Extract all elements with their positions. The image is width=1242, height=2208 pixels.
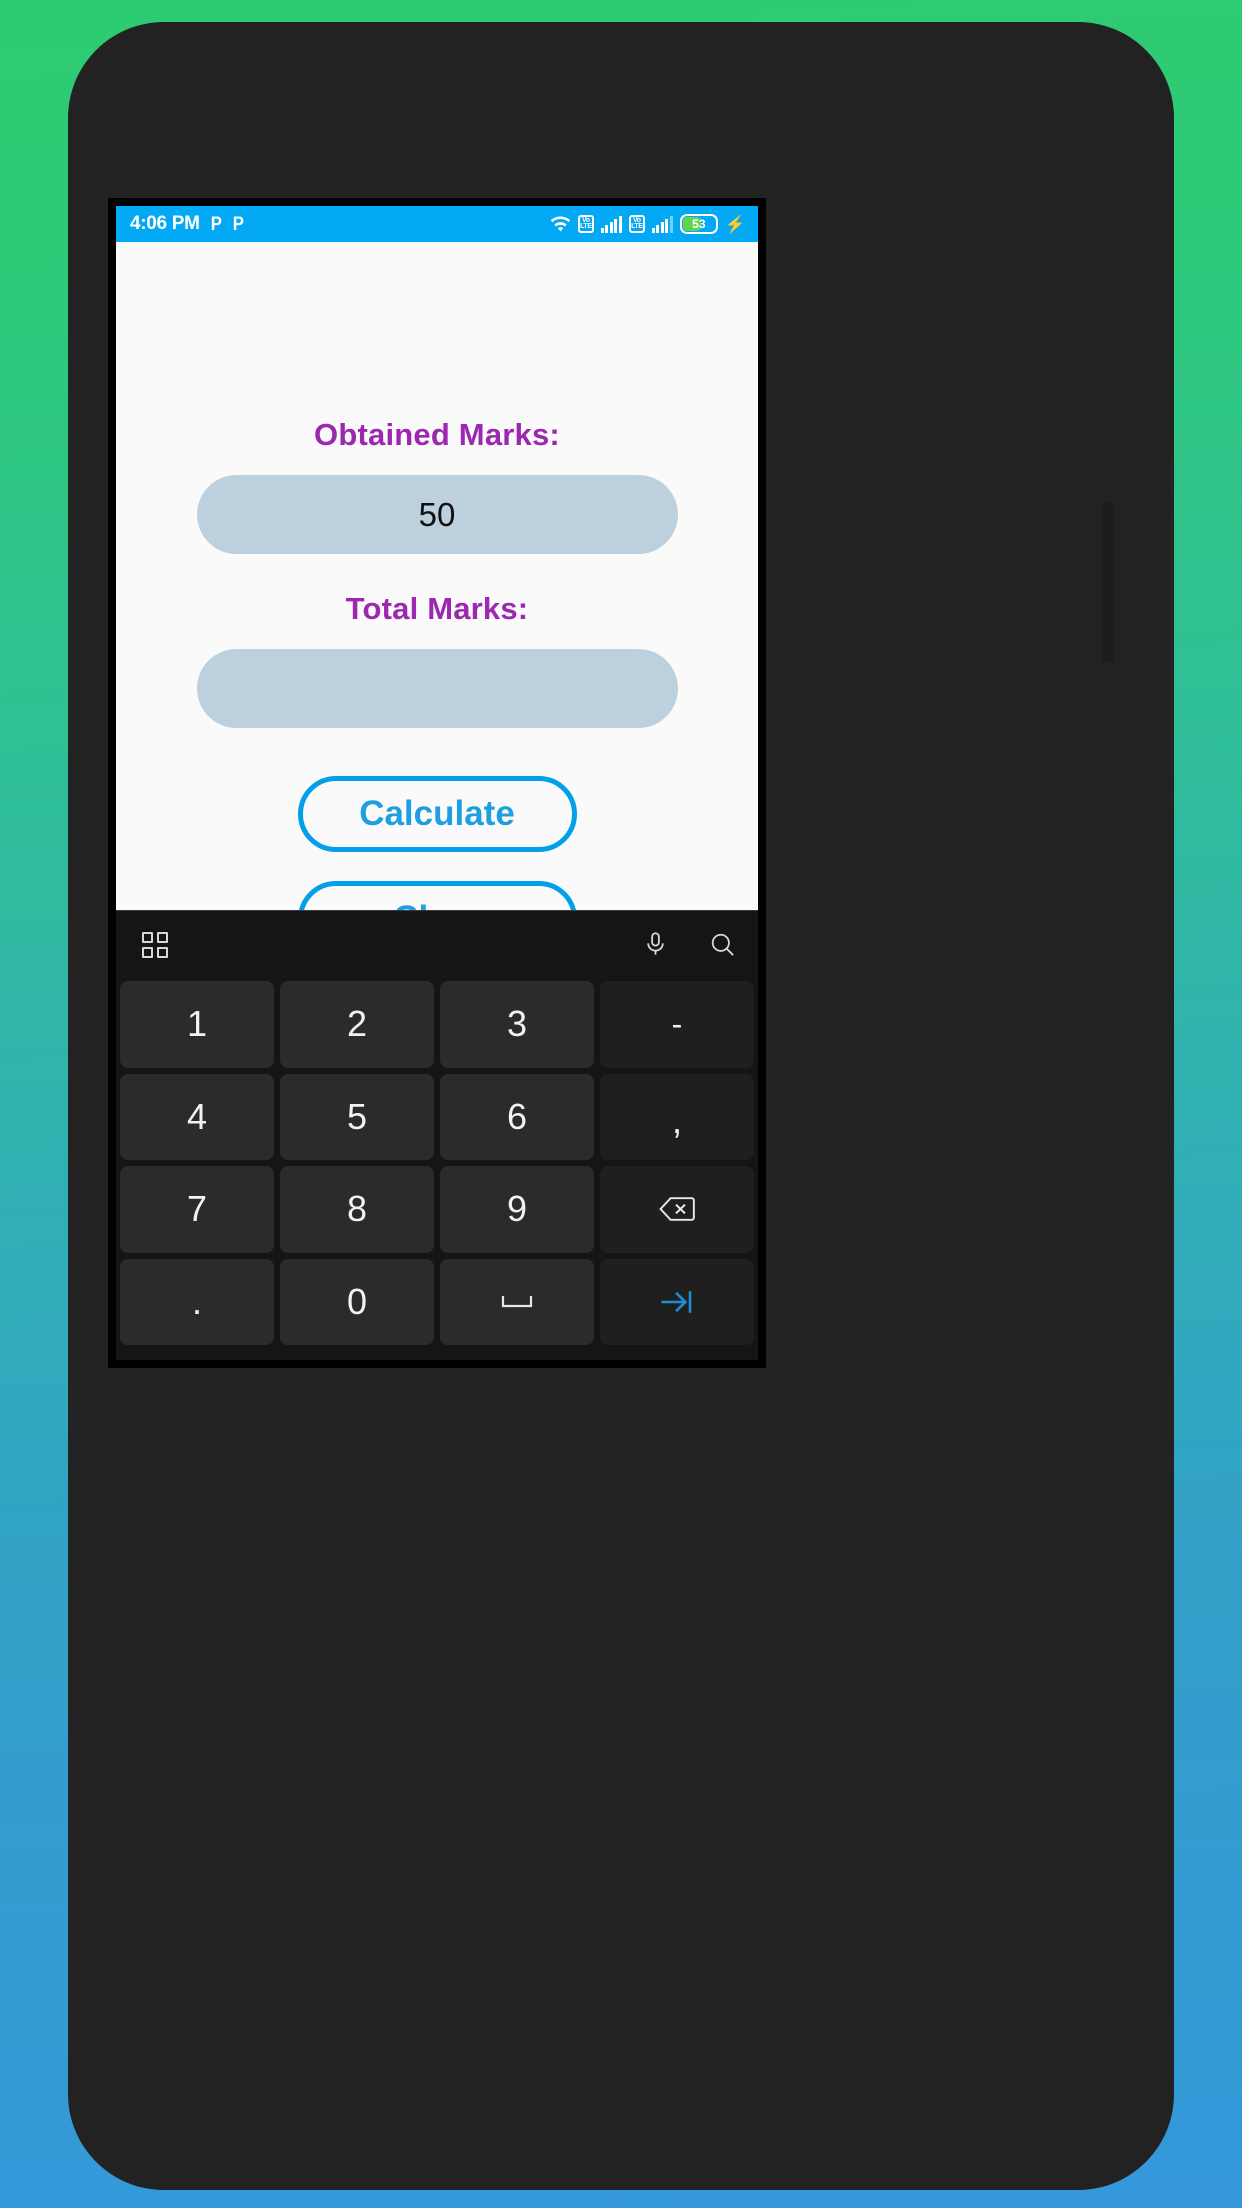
key-dot[interactable]: .	[120, 1258, 274, 1345]
tab-next-icon	[660, 1289, 694, 1315]
key-backspace[interactable]	[600, 1166, 754, 1253]
backspace-icon	[659, 1196, 695, 1222]
key-minus[interactable]: -	[600, 981, 754, 1068]
volte-bottom-label: LTE	[580, 223, 592, 230]
keyboard-toolbar	[116, 911, 758, 978]
screen-content: 4:06 PM P P Vo LTE Vo LTE 53 ⚡ Obtained …	[116, 206, 758, 1360]
phone-screen: 4:06 PM P P Vo LTE Vo LTE 53 ⚡ Obtained …	[108, 198, 766, 1368]
volte-bottom-label-2: LTE	[631, 223, 643, 230]
key-5[interactable]: 5	[280, 1073, 434, 1160]
total-marks-label: Total Marks:	[345, 591, 529, 626]
search-icon[interactable]	[709, 931, 736, 958]
status-bar: 4:06 PM P P Vo LTE Vo LTE 53 ⚡	[116, 206, 758, 242]
battery-icon: 53	[679, 214, 718, 234]
keyboard-toolbar-right	[642, 931, 736, 958]
keyboard-keys: 1 2 3 - 4 5 6 , 7 8 9 . 0	[116, 978, 758, 1360]
key-7[interactable]: 7	[120, 1166, 274, 1253]
volte-icon-sim2: Vo LTE	[628, 215, 645, 233]
key-4[interactable]: 4	[120, 1073, 274, 1160]
key-1[interactable]: 1	[120, 981, 274, 1068]
calculate-button[interactable]: Calculate	[297, 776, 577, 852]
key-3[interactable]: 3	[440, 981, 594, 1068]
power-button[interactable]	[1102, 502, 1114, 662]
key-space[interactable]	[440, 1258, 594, 1345]
screenshot-root: 4:06 PM P P Vo LTE Vo LTE 53 ⚡ Obtained …	[0, 0, 1242, 2208]
status-time: 4:06 PM	[130, 213, 200, 234]
key-6[interactable]: 6	[440, 1073, 594, 1160]
status-bar-right: Vo LTE Vo LTE 53 ⚡	[550, 214, 746, 234]
key-8[interactable]: 8	[280, 1166, 434, 1253]
volte-icon-sim1: Vo LTE	[577, 215, 594, 233]
obtained-marks-input[interactable]: 50	[196, 475, 678, 554]
status-bar-left: 4:06 PM P P	[130, 213, 245, 235]
signal-bars-sim2	[651, 215, 673, 233]
microphone-icon[interactable]	[642, 931, 669, 958]
grid-icon[interactable]	[142, 931, 168, 958]
total-marks-input[interactable]	[196, 649, 678, 728]
key-2[interactable]: 2	[280, 981, 434, 1068]
charging-bolt-icon: ⚡	[724, 214, 746, 234]
space-icon	[501, 1294, 533, 1310]
obtained-marks-label: Obtained Marks:	[314, 417, 560, 452]
key-comma[interactable]: ,	[600, 1073, 754, 1160]
on-screen-keyboard: 1 2 3 - 4 5 6 , 7 8 9 . 0	[116, 910, 758, 1360]
app-notification-icon-2: P	[233, 213, 245, 235]
app-notification-icon-1: P	[210, 213, 222, 235]
wifi-icon	[550, 216, 571, 233]
key-next[interactable]	[600, 1258, 754, 1345]
signal-bars-sim1	[600, 215, 622, 233]
app-content: Obtained Marks: 50 Total Marks: Calculat…	[116, 242, 758, 1360]
key-9[interactable]: 9	[440, 1166, 594, 1253]
key-0[interactable]: 0	[280, 1258, 434, 1345]
battery-percent-label: 53	[692, 217, 706, 231]
